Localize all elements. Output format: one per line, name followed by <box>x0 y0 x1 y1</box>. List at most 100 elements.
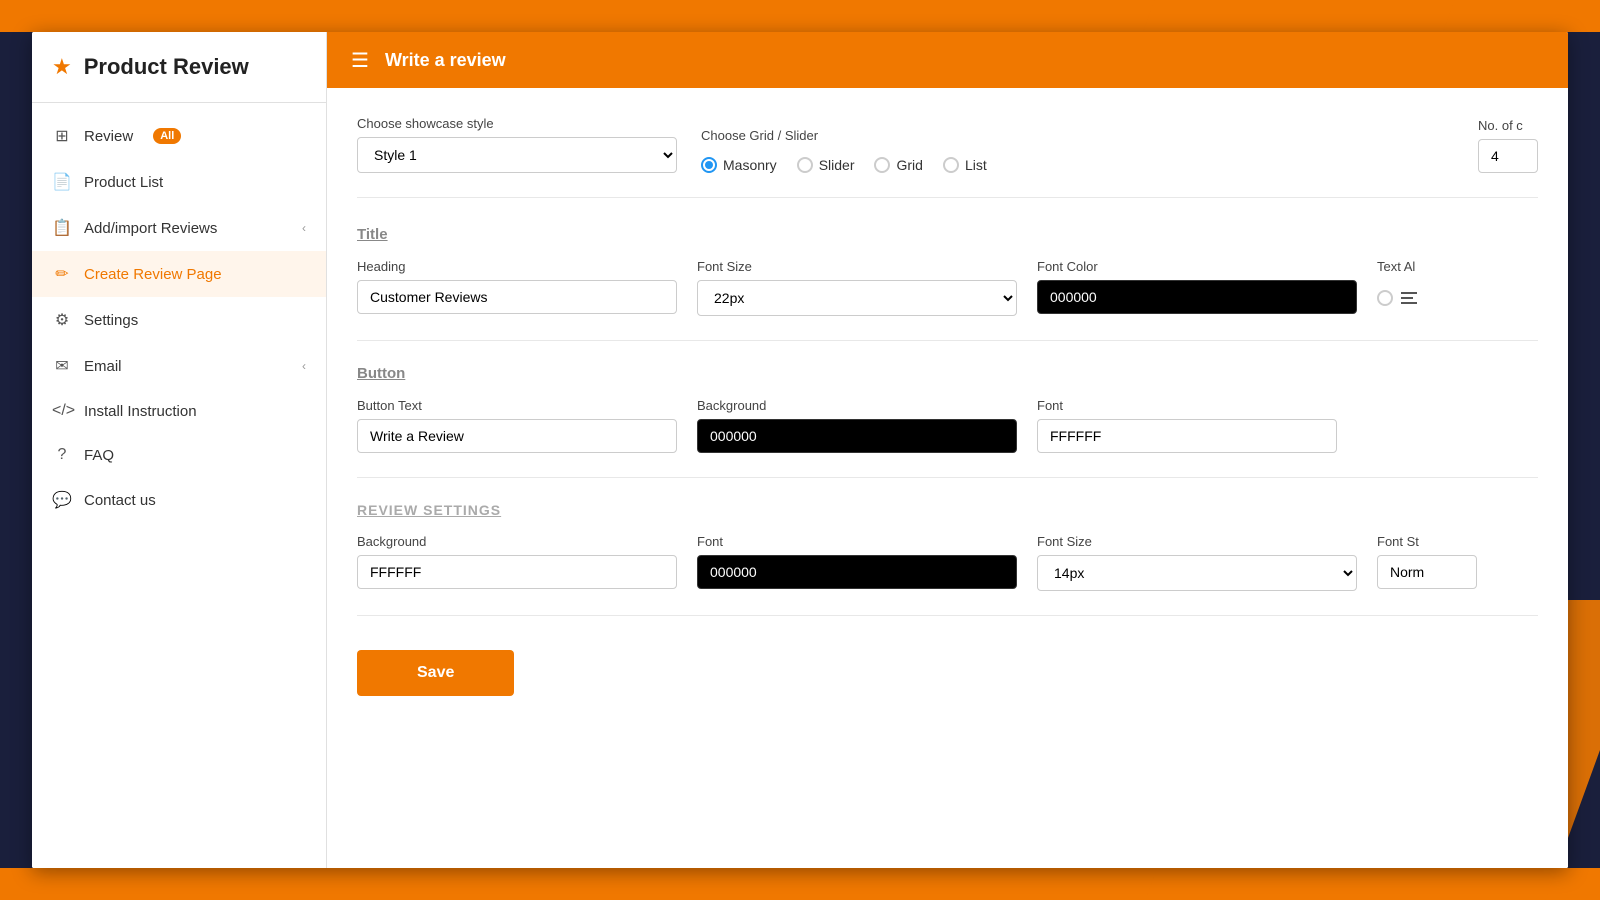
radio-grid-circle <box>874 157 890 173</box>
sidebar-item-review[interactable]: ⊞ Review All <box>32 113 326 159</box>
no-of-columns-label: No. of c <box>1478 118 1538 133</box>
radio-list-label: List <box>965 157 987 173</box>
divider-2 <box>357 477 1538 478</box>
review-settings-form-row: Background Font Font Size 10px12px14px16… <box>357 534 1538 591</box>
radio-list[interactable]: List <box>943 157 987 173</box>
review-settings-section: REVIEW SETTINGS Background Font Font Siz… <box>357 502 1538 591</box>
button-bg-label: Background <box>697 398 1017 413</box>
align-icon[interactable] <box>1399 288 1419 308</box>
rs-font-size-label: Font Size <box>1037 534 1357 549</box>
sidebar-item-email[interactable]: ✉ Email ‹ <box>32 343 326 389</box>
sidebar: ★ Product Review ⊞ Review All 📄 Product … <box>32 32 327 868</box>
no-of-columns-group: No. of c <box>1478 118 1538 173</box>
title-form-row: Heading Font Size 12px14px16px18px20px22… <box>357 259 1538 316</box>
radio-slider[interactable]: Slider <box>797 157 855 173</box>
rs-background-group: Background <box>357 534 677 589</box>
showcase-style-select[interactable]: Style 1 Style 2 Style 3 <box>357 137 677 173</box>
radio-grid-label: Grid <box>896 157 922 173</box>
rs-font-style-input[interactable] <box>1377 555 1477 589</box>
font-color-input[interactable] <box>1037 280 1357 314</box>
button-text-label: Button Text <box>357 398 677 413</box>
rs-background-input[interactable] <box>357 555 677 589</box>
button-bg-group: Background <box>697 398 1017 453</box>
text-align-label: Text Al <box>1377 259 1419 274</box>
rs-background-label: Background <box>357 534 677 549</box>
button-form-row: Button Text Background Font <box>357 398 1538 453</box>
sidebar-item-contact-us[interactable]: 💬 Contact us <box>32 477 326 523</box>
button-text-input[interactable] <box>357 419 677 453</box>
radio-masonry[interactable]: Masonry <box>701 157 777 173</box>
topbar: ☰ Write a review <box>327 32 1568 88</box>
divider-3 <box>357 615 1538 616</box>
button-font-group: Font <box>1037 398 1337 453</box>
review-badge: All <box>153 128 181 144</box>
sidebar-item-contact-us-label: Contact us <box>84 492 156 509</box>
rs-font-input[interactable] <box>697 555 1017 589</box>
code-icon: </> <box>52 402 72 420</box>
radio-grid[interactable]: Grid <box>874 157 922 173</box>
sidebar-item-product-list[interactable]: 📄 Product List <box>32 159 326 205</box>
button-font-label: Font <box>1037 398 1337 413</box>
star-icon: ★ <box>52 54 72 80</box>
rs-font-size-group: Font Size 10px12px14px16px18px <box>1037 534 1357 591</box>
button-section-label: Button <box>357 365 1538 382</box>
heading-label: Heading <box>357 259 677 274</box>
button-bg-input[interactable] <box>697 419 1017 453</box>
edit-icon: ✏ <box>52 264 72 284</box>
font-size-group: Font Size 12px14px16px18px20px22px24px <box>697 259 1017 316</box>
gear-icon: ⚙ <box>52 310 72 330</box>
divider-1 <box>357 340 1538 341</box>
sidebar-item-settings[interactable]: ⚙ Settings <box>32 297 326 343</box>
radio-list-circle <box>943 157 959 173</box>
showcase-row: Choose showcase style Style 1 Style 2 St… <box>357 116 1538 198</box>
radio-slider-circle <box>797 157 813 173</box>
review-settings-label: REVIEW SETTINGS <box>357 502 1538 518</box>
sidebar-item-add-import[interactable]: 📋 Add/import Reviews ‹ <box>32 205 326 251</box>
sidebar-item-faq-label: FAQ <box>84 447 114 464</box>
chat-icon: 💬 <box>52 490 72 510</box>
grid-slider-label: Choose Grid / Slider <box>701 128 987 143</box>
main-content: ☰ Write a review Choose showcase style S… <box>327 32 1568 868</box>
font-color-label: Font Color <box>1037 259 1357 274</box>
sidebar-item-install-instruction[interactable]: </> Install Instruction <box>32 389 326 433</box>
content-area: Choose showcase style Style 1 Style 2 St… <box>327 88 1568 868</box>
grid-icon: ⊞ <box>52 126 72 146</box>
showcase-style-label: Choose showcase style <box>357 116 677 131</box>
radio-masonry-label: Masonry <box>723 157 777 173</box>
heading-group: Heading <box>357 259 677 314</box>
email-icon: ✉ <box>52 356 72 376</box>
text-align-radio[interactable] <box>1377 290 1393 306</box>
sidebar-item-review-label: Review <box>84 128 133 145</box>
hamburger-icon[interactable]: ☰ <box>351 48 369 73</box>
sidebar-nav: ⊞ Review All 📄 Product List 📋 Add/import… <box>32 103 326 868</box>
title-section-label: Title <box>357 226 1538 243</box>
sidebar-item-settings-label: Settings <box>84 312 138 329</box>
sidebar-item-email-label: Email <box>84 358 122 375</box>
button-font-input[interactable] <box>1037 419 1337 453</box>
sidebar-item-product-list-label: Product List <box>84 174 163 191</box>
sidebar-header: ★ Product Review <box>32 32 326 103</box>
heading-input[interactable] <box>357 280 677 314</box>
sidebar-item-create-review-page[interactable]: ✏ Create Review Page <box>32 251 326 297</box>
title-section: Title Heading Font Size 12px14px16px18px… <box>357 226 1538 316</box>
rs-font-label: Font <box>697 534 1017 549</box>
sidebar-item-add-import-label: Add/import Reviews <box>84 220 217 237</box>
rs-font-group: Font <box>697 534 1017 589</box>
text-align-group: Text Al <box>1377 259 1419 308</box>
font-size-select[interactable]: 12px14px16px18px20px22px24px <box>697 280 1017 316</box>
grid-slider-radio-group: Masonry Slider Grid List <box>701 157 987 173</box>
chevron-icon-email: ‹ <box>302 359 306 373</box>
no-of-columns-input[interactable] <box>1478 139 1538 173</box>
radio-masonry-circle <box>701 157 717 173</box>
sidebar-item-create-review-page-label: Create Review Page <box>84 266 222 283</box>
grid-slider-group: Choose Grid / Slider Masonry Slider G <box>701 128 987 173</box>
rs-font-style-label: Font St <box>1377 534 1477 549</box>
sidebar-item-faq[interactable]: ? FAQ <box>32 433 326 477</box>
save-button[interactable]: Save <box>357 650 514 696</box>
button-text-group: Button Text <box>357 398 677 453</box>
sidebar-title: Product Review <box>84 54 249 80</box>
document-icon: 📄 <box>52 172 72 192</box>
font-color-group: Font Color <box>1037 259 1357 314</box>
radio-slider-label: Slider <box>819 157 855 173</box>
rs-font-size-select[interactable]: 10px12px14px16px18px <box>1037 555 1357 591</box>
